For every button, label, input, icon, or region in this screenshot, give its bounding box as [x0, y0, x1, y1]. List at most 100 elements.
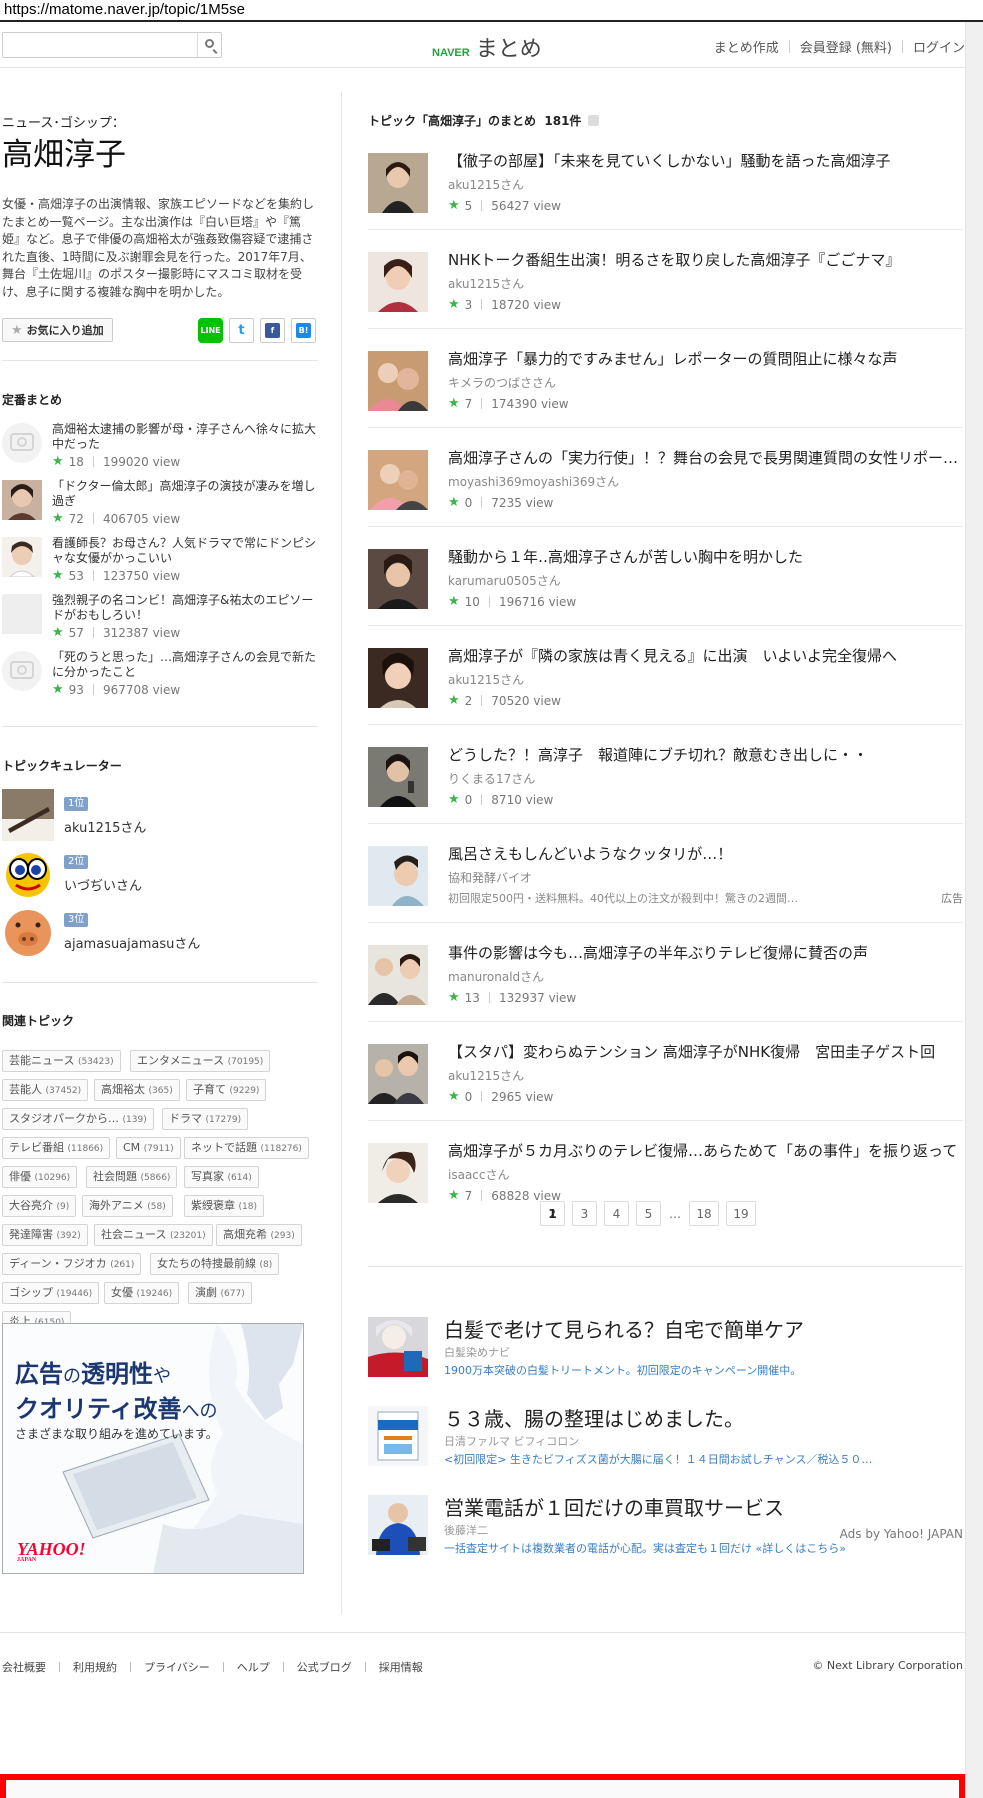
matome-item[interactable]: 【徹子の部屋】「未来を見ていくしかない」騒動を語った高畑淳子 aku1215さん… — [368, 131, 963, 230]
curator-name[interactable]: ajamasuajamasuさん — [64, 933, 200, 952]
sponsored-description[interactable]: 1900万本突破の白髪トリートメント。初回限定のキャンペーン開催中。 — [444, 1362, 963, 1378]
matome-curator[interactable]: キメラのつばささん — [448, 374, 556, 391]
related-tag[interactable]: 発達障害 (392) — [2, 1224, 88, 1246]
footer-link-recruit[interactable]: 採用情報 — [379, 1659, 423, 1675]
matome-curator[interactable]: karumaru0505さん — [448, 572, 561, 589]
related-tag[interactable]: 高畑充希 (293) — [216, 1224, 302, 1246]
sponsored-description[interactable]: 一括査定サイトは複数業者の電話が心配。実は査定も１回だけ «詳しくはこちら» — [444, 1540, 963, 1556]
favorite-button[interactable]: ★ お気に入り追加 — [2, 318, 113, 342]
related-tag[interactable]: 高畑裕太 (365) — [94, 1079, 180, 1101]
promoted-title[interactable]: 風呂さえもしんどいようなクッタリが…！ — [448, 843, 963, 864]
footer-link-terms[interactable]: 利用規約 — [73, 1659, 117, 1675]
popular-item[interactable]: 「ドクター倫太郎」高畑淳子の演技が凄みを増し過ぎ ★ 72 406705 view — [2, 479, 320, 534]
related-tag[interactable]: 海外アニメ (58) — [82, 1195, 173, 1217]
popular-title[interactable]: 看護師長？お母さん？人気ドラマで常にドンピシャな女優がかっこいい — [52, 536, 318, 566]
popular-item[interactable]: 高畑裕太逮捕の影響が母・淳子さんへ徐々に拡大中だった ★ 18 199020 vie… — [2, 422, 320, 477]
sponsored-ad[interactable]: 白髪で老けて見られる？自宅で簡単ケア 白髪染めナビ 1900万本突破の白髪トリー… — [368, 1317, 963, 1387]
popular-title[interactable]: 「ドクター倫太郎」高畑淳子の演技が凄みを増し過ぎ — [52, 479, 318, 509]
related-tag[interactable]: スタジオパークから… (139) — [2, 1108, 154, 1130]
related-tag[interactable]: CM (7911) — [116, 1137, 181, 1159]
search-button[interactable] — [197, 33, 221, 57]
related-tag[interactable]: 社会ニュース (23201) — [94, 1224, 213, 1246]
side-ad-banner[interactable]: 広告の透明性や クオリティ改善への さまざまな取り組みを進めています。 YAHO… — [2, 1323, 304, 1574]
sponsored-ad[interactable]: ５３歳、腸の整理はじめました。 日清ファルマ ビフィコロン <初回限定> 生きた… — [368, 1406, 963, 1476]
footer-link-privacy[interactable]: プライバシー — [144, 1659, 210, 1675]
matome-curator[interactable]: manuronaldさん — [448, 968, 544, 985]
related-tag[interactable]: 芸能ニュース (53423) — [2, 1050, 121, 1072]
curator-item[interactable]: 3位 ajamasuajamasuさん — [2, 905, 320, 957]
footer-link-company[interactable]: 会社概要 — [2, 1659, 46, 1675]
related-tag[interactable]: 大谷亮介 (9) — [2, 1195, 77, 1217]
sponsored-title[interactable]: 営業電話が１回だけの車買取サービス — [444, 1492, 784, 1521]
matome-curator[interactable]: aku1215さん — [448, 1067, 524, 1084]
curator-name[interactable]: いづぢいさん — [64, 875, 142, 894]
related-tag[interactable]: 紫綬褒章 (18) — [184, 1195, 264, 1217]
ads-by-yahoo[interactable]: Ads by Yahoo! JAPAN — [840, 1527, 963, 1541]
related-tag[interactable]: 女たちの特捜最前線 (8) — [150, 1253, 280, 1275]
matome-curator[interactable]: moyashi369moyashi369さん — [448, 473, 619, 490]
sponsored-title[interactable]: ５３歳、腸の整理はじめました。 — [444, 1403, 744, 1432]
matome-item[interactable]: 高畑淳子「暴力的ですみません」レポーターの質問阻止に様々な声 キメラのつばささん… — [368, 329, 963, 428]
related-tag[interactable]: ネットで話題 (118276) — [184, 1137, 309, 1159]
matome-title[interactable]: 事件の影響は今も…高畑淳子の半年ぶりテレビ復帰に賛否の声 — [448, 942, 963, 963]
matome-item[interactable]: 騒動から１年‥高畑淳子さんが苦しい胸中を明かした karumaru0505さん … — [368, 527, 963, 626]
popular-title[interactable]: 強烈親子の名コンビ！高畑淳子&祐太のエピソードがおもしろい！ — [52, 593, 318, 623]
related-tag[interactable]: ディーン・フジオカ (261) — [2, 1253, 142, 1275]
nav-register[interactable]: 会員登録 (無料) — [800, 37, 892, 56]
site-logo[interactable]: NAVER まとめ — [432, 31, 542, 63]
matome-curator[interactable]: aku1215さん — [448, 176, 524, 193]
related-tag[interactable]: 写真家 (614) — [184, 1166, 259, 1188]
rss-icon[interactable] — [588, 115, 600, 126]
nav-login[interactable]: ログイン — [913, 37, 965, 56]
related-tag[interactable]: エンタメニュース (70195) — [130, 1050, 271, 1072]
address-bar[interactable]: https://matome.naver.jp/topic/1M5se — [0, 0, 983, 22]
page-link[interactable]: 18 — [689, 1201, 719, 1226]
popular-title[interactable]: 高畑裕太逮捕の影響が母・淳子さんへ徐々に拡大中だった — [52, 422, 318, 452]
page-link[interactable]: 3 — [572, 1201, 597, 1226]
popular-item[interactable]: 看護師長？お母さん？人気ドラマで常にドンピシャな女優がかっこいい ★ 53 1237… — [2, 536, 320, 591]
curator-item[interactable]: 2位 いづぢいさん — [2, 847, 320, 899]
page-link[interactable]: 4 — [604, 1201, 629, 1226]
page-link[interactable]: 5 — [636, 1201, 661, 1226]
related-tag[interactable]: ドラマ (17279) — [162, 1108, 249, 1130]
promoted-item[interactable]: 風呂さえもしんどいようなクッタリが…！ 協和発酵バイオ 初回限定500円・送料無… — [368, 824, 963, 923]
footer-link-blog[interactable]: 公式ブログ — [297, 1659, 352, 1675]
popular-item[interactable]: 強烈親子の名コンビ！高畑淳子&祐太のエピソードがおもしろい！ ★ 57 312387… — [2, 593, 320, 648]
matome-item[interactable]: 事件の影響は今も…高畑淳子の半年ぶりテレビ復帰に賛否の声 manuronaldさ… — [368, 923, 963, 1022]
share-line-button[interactable]: LINE — [198, 318, 223, 343]
matome-title[interactable]: 【スタパ】変わらぬテンション 高畑淳子がNHK復帰 宮田圭子ゲスト回 — [448, 1041, 963, 1062]
matome-curator[interactable]: りくまる17さん — [448, 770, 535, 787]
matome-item[interactable]: 高畑淳子が『隣の家族は青く見える』に出演 いよいよ完全復帰へ aku1215さん… — [368, 626, 963, 725]
nav-create-matome[interactable]: まとめ作成 — [714, 37, 779, 56]
matome-title[interactable]: どうした？！高淳子 報道陣にブチ切れ？敵意むき出しに・・ — [448, 744, 963, 765]
related-tag[interactable]: 社会問題 (5866) — [86, 1166, 178, 1188]
matome-curator[interactable]: aku1215さん — [448, 671, 524, 688]
matome-item[interactable]: 高畑淳子さんの「実力行使」！？舞台の会見で長男関連質問の女性リポーター moya… — [368, 428, 963, 527]
footer-link-help[interactable]: ヘルプ — [237, 1659, 270, 1675]
sponsored-title[interactable]: 白髪で老けて見られる？自宅で簡単ケア — [444, 1314, 804, 1343]
curator-item[interactable]: 1位 aku1215さん — [2, 789, 320, 841]
related-tag[interactable]: テレビ番組 (11866) — [2, 1137, 111, 1159]
matome-title[interactable]: 【徹子の部屋】「未来を見ていくしかない」騒動を語った高畑淳子 — [448, 150, 963, 171]
related-tag[interactable]: 芸能人 (37452) — [2, 1079, 89, 1101]
matome-title[interactable]: 高畑淳子さんの「実力行使」！？舞台の会見で長男関連質問の女性リポーター — [448, 447, 963, 468]
matome-title[interactable]: 高畑淳子が５カ月ぶりのテレビ復帰…あらためて「あの事件」を振り返って — [448, 1140, 963, 1161]
share-facebook-button[interactable]: f — [260, 318, 285, 343]
curator-name[interactable]: aku1215さん — [64, 817, 146, 836]
matome-item[interactable]: 【スタパ】変わらぬテンション 高畑淳子がNHK復帰 宮田圭子ゲスト回 aku12… — [368, 1022, 963, 1121]
sponsored-description[interactable]: <初回限定> 生きたビフィズス菌が大腸に届く！１４日間お試しチャンス／税込５０… — [444, 1451, 963, 1467]
matome-curator[interactable]: aku1215さん — [448, 275, 524, 292]
popular-item[interactable]: 「死のうと思った」…高畑淳子さんの会見で新たに分かったこと ★ 93 967708 … — [2, 650, 320, 705]
matome-title[interactable]: 高畑淳子「暴力的ですみません」レポーターの質問阻止に様々な声 — [448, 348, 963, 369]
matome-title[interactable]: NHKトーク番組生出演！明るさを取り戻した高畑淳子『ごごナマ』 — [448, 249, 963, 270]
share-twitter-button[interactable]: t — [229, 318, 254, 343]
page-scrollbar[interactable] — [965, 22, 983, 1798]
matome-title[interactable]: 高畑淳子が『隣の家族は青く見える』に出演 いよいよ完全復帰へ — [448, 645, 963, 666]
related-tag[interactable]: 女優 (19246) — [104, 1282, 180, 1304]
bottom-overlay-banner[interactable] — [0, 1774, 965, 1798]
matome-item[interactable]: どうした？！高淳子 報道陣にブチ切れ？敵意むき出しに・・ りくまる17さん ★ 0… — [368, 725, 963, 824]
related-tag[interactable]: 俳優 (10296) — [2, 1166, 78, 1188]
related-tag[interactable]: 演劇 (677) — [188, 1282, 252, 1304]
page-link[interactable]: 19 — [726, 1201, 756, 1226]
popular-title[interactable]: 「死のうと思った」…高畑淳子さんの会見で新たに分かったこと — [52, 650, 318, 680]
